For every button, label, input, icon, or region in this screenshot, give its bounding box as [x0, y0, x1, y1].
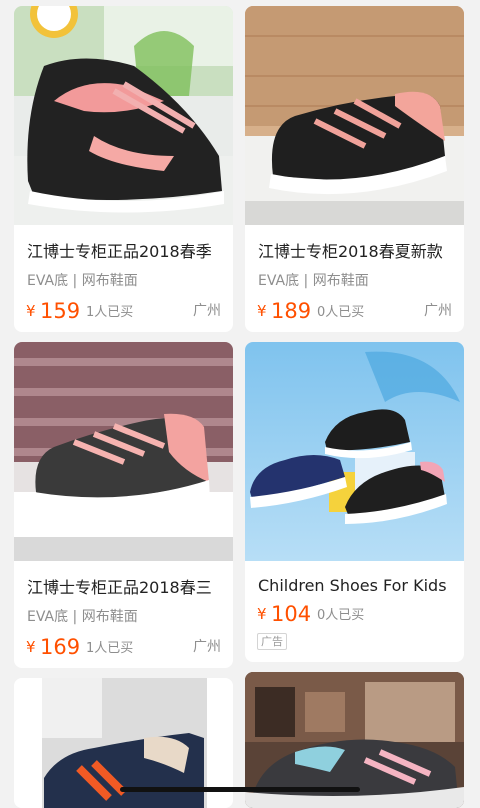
home-indicator[interactable] [120, 787, 360, 792]
product-title: 江博士专柜正品2018春季 [27, 242, 212, 261]
product-card[interactable]: 江博士专柜2018春夏新款 EVA底 | 网布鞋面 ¥ 189 0人已买 广州 [245, 6, 464, 332]
product-card[interactable]: 江博士专柜正品2018春季 EVA底 | 网布鞋面 ¥ 159 1人已买 广州 [14, 6, 233, 332]
product-image[interactable] [245, 6, 464, 225]
sold-count: 0人已买 [317, 608, 365, 623]
ad-product-card[interactable]: Children Shoes For Kids ¥ 104 0人已买 广告 [245, 342, 464, 662]
product-price: 159 [40, 299, 81, 323]
product-attributes: EVA底 | 网布鞋面 [258, 273, 369, 289]
sold-count: 1人已买 [86, 305, 134, 320]
product-title: 江博士专柜正品2018春三 [27, 578, 212, 597]
product-attributes: EVA底 | 网布鞋面 [27, 609, 138, 625]
product-price: 189 [271, 299, 312, 323]
currency-symbol: ¥ [257, 302, 267, 320]
sold-count: 0人已买 [317, 305, 365, 320]
currency-symbol: ¥ [26, 302, 36, 320]
currency-symbol: ¥ [26, 638, 36, 656]
seller-location: 广州 [193, 303, 221, 319]
black-pink-kids-sneaker-image [245, 6, 464, 225]
seller-location: 广州 [193, 639, 221, 655]
navy-and-black-sneakers-ad-image [245, 342, 464, 561]
product-image[interactable] [14, 342, 233, 561]
sold-count: 1人已买 [86, 641, 134, 656]
price-row: ¥ 189 0人已买 广州 [257, 297, 452, 323]
product-title: Children Shoes For Kids [258, 576, 447, 595]
product-image[interactable] [14, 6, 233, 225]
gray-pink-kids-sneaker-image [14, 342, 233, 561]
price-row: ¥ 159 1人已买 广州 [26, 297, 221, 323]
product-attributes: EVA底 | 网布鞋面 [27, 273, 138, 289]
product-price: 104 [271, 602, 312, 626]
product-image[interactable] [245, 342, 464, 561]
pink-black-kids-sneaker-image [14, 6, 233, 225]
product-title: 江博士专柜2018春夏新款 [258, 242, 443, 261]
price-row: ¥ 104 0人已买 [257, 600, 452, 626]
seller-location: 广州 [424, 303, 452, 319]
currency-symbol: ¥ [257, 605, 267, 623]
price-row: ¥ 169 1人已买 广州 [26, 633, 221, 659]
ad-badge: 广告 [257, 633, 287, 650]
product-card[interactable]: 江博士专柜正品2018春三 EVA底 | 网布鞋面 ¥ 169 1人已买 广州 [14, 342, 233, 668]
product-price: 169 [40, 635, 81, 659]
